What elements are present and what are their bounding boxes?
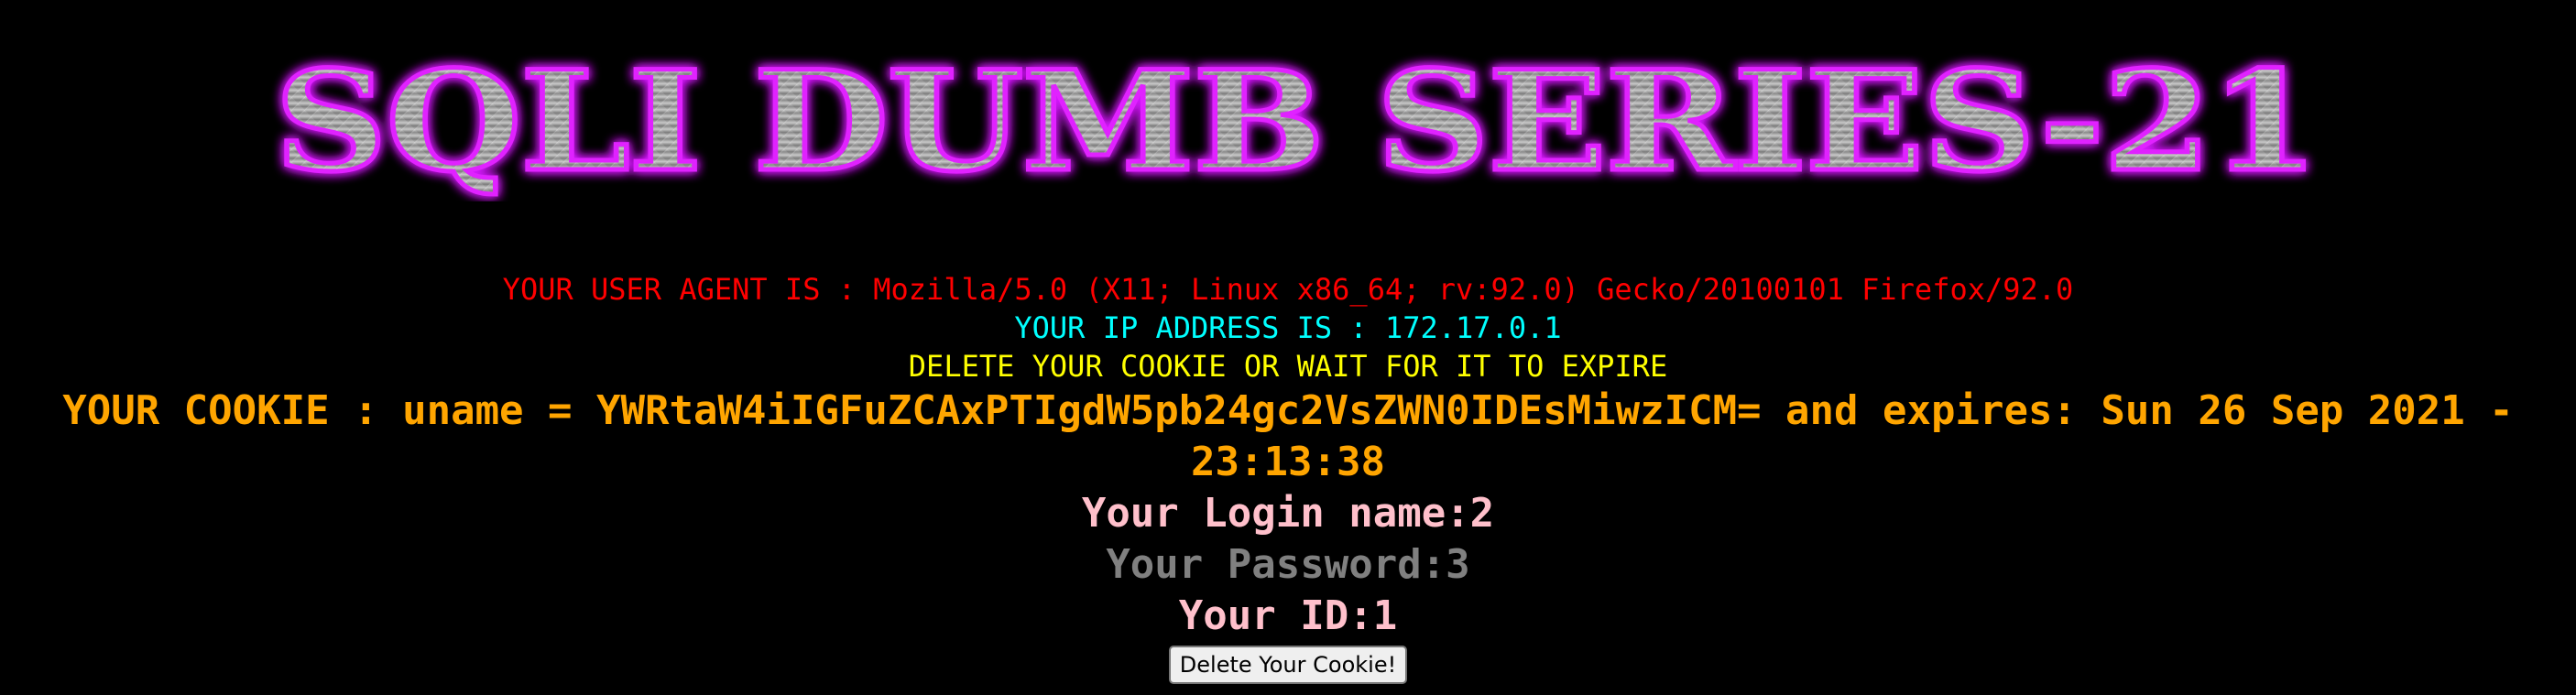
delete-cookie-button[interactable]: Delete Your Cookie!	[1168, 646, 1408, 684]
cookie-warning-text: DELETE YOUR COOKIE OR WAIT FOR IT TO EXP…	[908, 349, 1668, 384]
login-name-text: Your Login name:2	[1081, 490, 1495, 537]
info-panel: YOUR USER AGENT IS : Mozilla/5.0 (X11; L…	[0, 270, 2576, 684]
banner-logo: SQLI DUMB SERIES-21	[273, 39, 2321, 202]
user-agent-text: YOUR USER AGENT IS : Mozilla/5.0 (X11; L…	[502, 272, 2074, 307]
banner-title: SQLI DUMB SERIES-21	[275, 41, 2318, 201]
ip-address-text: YOUR IP ADDRESS IS : 172.17.0.1	[1014, 310, 1562, 345]
user-id-text: Your ID:1	[1178, 592, 1398, 639]
cookie-text: YOUR COOKIE : uname = YWRtaW4iIGFuZCAxPT…	[62, 387, 2514, 485]
password-text: Your Password:3	[1106, 541, 1470, 588]
